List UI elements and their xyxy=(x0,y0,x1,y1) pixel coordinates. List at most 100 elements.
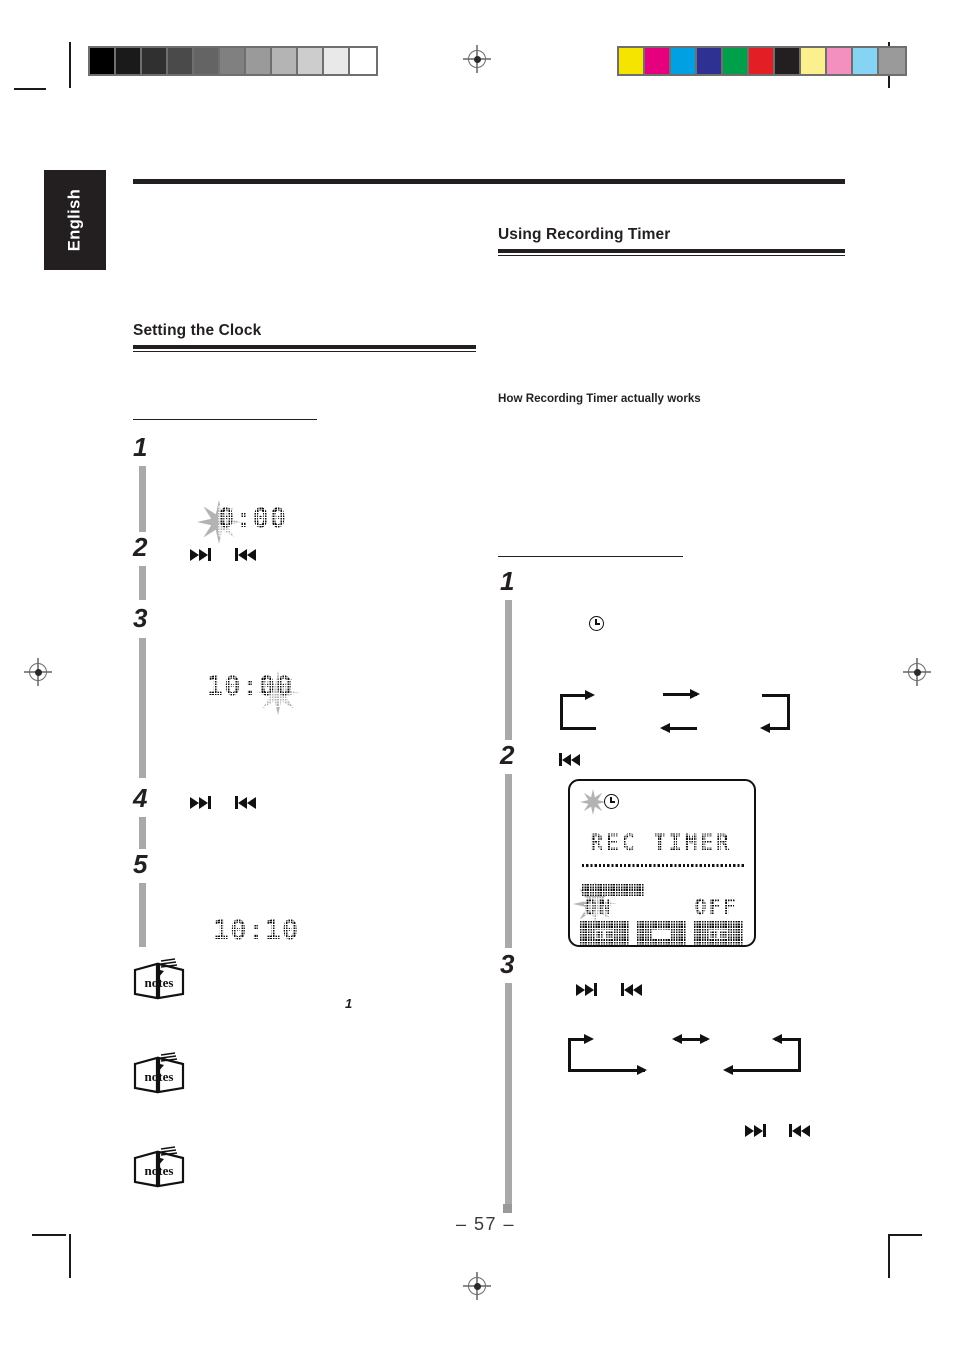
skip-forward-icon-right-footer[interactable] xyxy=(745,1124,766,1137)
grayscale-swatch-7 xyxy=(272,48,298,74)
page-top-rule xyxy=(133,179,845,184)
footnote-marker: 1 xyxy=(345,996,353,1011)
arrow-head-right-1 xyxy=(585,690,595,700)
lcd-off-label: OFF xyxy=(694,897,754,921)
grayscale-swatch-8 xyxy=(298,48,324,74)
on-highlight-bar xyxy=(582,884,644,896)
skip-back-icon-left-step4[interactable] xyxy=(235,796,256,809)
language-tab-label: English xyxy=(65,188,84,252)
skip-back-icon-right-step2[interactable] xyxy=(559,753,580,766)
skip-forward-icon-left-step4[interactable] xyxy=(190,796,211,809)
color-swatch-4 xyxy=(723,48,749,74)
left-step-number-3: 3 xyxy=(133,603,148,633)
color-swatch-9 xyxy=(853,48,879,74)
lcd-segment-block-2: ■■ xyxy=(637,921,686,945)
manual-page: English Using Recording Timer How Record… xyxy=(0,0,954,1351)
grayscale-swatch-1 xyxy=(116,48,142,74)
color-swatch-5 xyxy=(749,48,775,74)
flash-burst-clock xyxy=(580,789,606,815)
svg-text:notes: notes xyxy=(145,1163,174,1178)
skip-forward-icon-left-step2[interactable] xyxy=(190,548,211,561)
arrow-head-right-3 xyxy=(584,1034,594,1044)
section-heading-setting-the-clock: Setting the Clock xyxy=(133,322,476,353)
grayscale-swatch-6 xyxy=(246,48,272,74)
left-steps-top-rule xyxy=(133,419,317,421)
arrow-head-left-5 xyxy=(723,1065,733,1075)
arrow-head-left-4 xyxy=(772,1034,782,1044)
right-step-spine-3 xyxy=(505,983,512,1208)
grayscale-swatch-4 xyxy=(194,48,220,74)
crop-mark-right-bottom xyxy=(888,1234,922,1236)
registration-mark-right xyxy=(903,658,931,686)
grayscale-swatch-2 xyxy=(142,48,168,74)
left-step-spine-4 xyxy=(139,817,146,849)
arrow-head-left-1 xyxy=(660,723,670,733)
color-swatch-7 xyxy=(801,48,827,74)
lcd-segment-block-3: □□ xyxy=(694,921,743,945)
color-swatch-1 xyxy=(645,48,671,74)
color-swatch-2 xyxy=(671,48,697,74)
arrow-head-right-2 xyxy=(690,689,700,699)
right-steps-top-rule xyxy=(498,556,683,558)
notes-icon-1: notes xyxy=(131,958,187,1002)
clock-icon-lcd xyxy=(604,794,619,809)
registration-mark-left xyxy=(24,658,52,686)
right-step-number-1: 1 xyxy=(500,566,515,596)
registration-mark-top xyxy=(463,45,491,73)
color-swatch-8 xyxy=(827,48,853,74)
rec-timer-title: REC TIMER xyxy=(590,833,740,859)
clock-display-set: 10:10 xyxy=(213,917,317,951)
right-step-number-3: 3 xyxy=(500,949,515,979)
crop-mark-left-top xyxy=(14,88,46,90)
color-swatch-10 xyxy=(879,48,905,74)
left-step-spine-5 xyxy=(139,883,146,947)
folio-tick-mark xyxy=(503,1204,512,1213)
grayscale-swatch-0 xyxy=(90,48,116,74)
lcd-separator-line xyxy=(582,864,746,867)
right-step-spine-1 xyxy=(505,600,512,740)
rec-timer-lcd: REC TIMER ON OFF □□ ■■ □□ xyxy=(568,779,756,947)
notes-icon-3: notes xyxy=(131,1146,187,1190)
left-step-number-2: 2 xyxy=(133,532,148,562)
svg-text:notes: notes xyxy=(145,1069,174,1084)
subheading-how-recording-timer-works: How Recording Timer actually works xyxy=(498,392,701,405)
arrow-head-right-5 xyxy=(700,1034,710,1044)
arrow-head-left-3 xyxy=(672,1034,682,1044)
arrow-head-right-4 xyxy=(637,1065,647,1075)
lcd-on-label: ON xyxy=(584,897,640,921)
left-step-spine-2 xyxy=(139,566,146,600)
color-swatch-6 xyxy=(775,48,801,74)
page-number: – 57 – xyxy=(456,1214,516,1234)
svg-text:notes: notes xyxy=(145,975,174,990)
crop-mark-left-bottom xyxy=(32,1234,66,1236)
grayscale-swatch-5 xyxy=(220,48,246,74)
skip-back-icon-right-step3[interactable] xyxy=(621,983,642,996)
grayscale-calibration-strip xyxy=(88,46,378,76)
arrow-head-left-2 xyxy=(760,723,770,733)
grayscale-swatch-9 xyxy=(324,48,350,74)
lcd-segment-block-1: □□ xyxy=(580,921,629,945)
registration-mark-bottom xyxy=(463,1272,491,1300)
left-step-spine-3 xyxy=(139,638,146,778)
crop-mark-bottom-right xyxy=(888,1234,890,1278)
notes-icon-2: notes xyxy=(131,1052,187,1096)
color-calibration-strip xyxy=(617,46,907,76)
section-heading-using-recording-timer: Using Recording Timer xyxy=(498,226,845,257)
crop-mark-top-left xyxy=(69,42,71,88)
crop-mark-bottom-left xyxy=(69,1234,71,1278)
grayscale-swatch-10 xyxy=(350,48,376,74)
left-step-spine-1 xyxy=(139,466,146,532)
skip-back-icon-right-footer[interactable] xyxy=(789,1124,810,1137)
language-tab: English xyxy=(44,170,106,270)
clock-display-minute-flashing: 10:00 xyxy=(207,673,311,707)
left-column-heading: Setting the Clock xyxy=(133,322,262,339)
right-step-spine-2 xyxy=(505,774,512,948)
skip-back-icon-left-step2[interactable] xyxy=(235,548,256,561)
right-step-number-2: 2 xyxy=(500,740,515,770)
left-step-number-1: 1 xyxy=(133,432,148,462)
skip-forward-icon-right-step3[interactable] xyxy=(576,983,597,996)
clock-display-hour-flashing: 0:00 xyxy=(218,505,314,537)
clock-icon-step1 xyxy=(589,616,604,631)
grayscale-swatch-3 xyxy=(168,48,194,74)
color-swatch-3 xyxy=(697,48,723,74)
